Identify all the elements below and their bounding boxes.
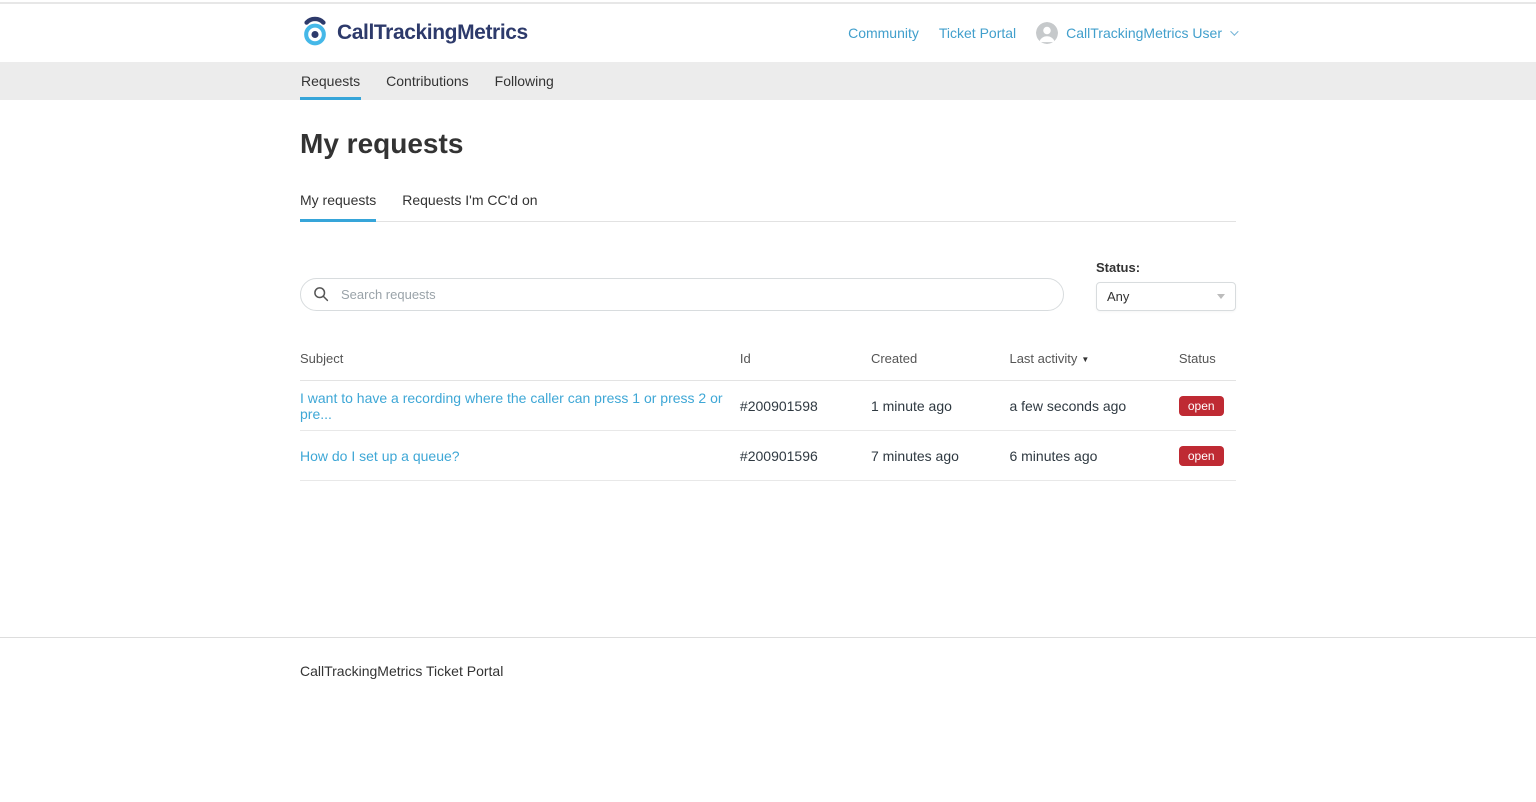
requests-table: Subject Id Created Last activity ▼ Status…: [300, 351, 1236, 481]
request-created: 1 minute ago: [871, 381, 1010, 431]
ticket-portal-link[interactable]: Ticket Portal: [939, 25, 1016, 41]
chevron-down-icon: [1230, 27, 1238, 35]
portal-nav-bar: Requests Contributions Following: [0, 62, 1536, 100]
request-id: #200901596: [740, 431, 871, 481]
user-menu[interactable]: CallTrackingMetrics User: [1036, 22, 1236, 44]
subtab-my-requests[interactable]: My requests: [300, 192, 376, 221]
request-created: 7 minutes ago: [871, 431, 1010, 481]
request-subtabs: My requests Requests I'm CC'd on: [300, 192, 1236, 222]
footer-portal-title: CallTrackingMetrics Ticket Portal: [300, 663, 503, 679]
filter-controls: Status: Any: [300, 260, 1236, 311]
request-last-activity: 6 minutes ago: [1009, 431, 1178, 481]
request-subject-link[interactable]: How do I set up a queue?: [300, 448, 460, 464]
tab-requests-label: Requests: [301, 73, 360, 89]
search-input[interactable]: [300, 278, 1064, 311]
site-footer: CallTrackingMetrics Ticket Portal: [0, 637, 1536, 704]
status-filter-select[interactable]: Any: [1096, 282, 1236, 311]
logo-wordmark: CallTrackingMetrics: [337, 21, 528, 45]
main-content: My requests My requests Requests I'm CC'…: [0, 100, 1536, 637]
search-icon: [313, 286, 329, 307]
user-avatar: [1036, 22, 1058, 44]
status-badge: open: [1179, 446, 1224, 466]
tab-following[interactable]: Following: [494, 62, 555, 100]
sort-descending-icon: ▼: [1081, 355, 1089, 364]
column-header-status[interactable]: Status: [1179, 351, 1236, 381]
subtab-my-requests-label: My requests: [300, 192, 376, 208]
request-subject-link[interactable]: I want to have a recording where the cal…: [300, 390, 723, 422]
tab-contributions[interactable]: Contributions: [385, 62, 470, 100]
community-link[interactable]: Community: [848, 25, 919, 41]
column-header-last-activity[interactable]: Last activity ▼: [1009, 351, 1178, 381]
column-header-created[interactable]: Created: [871, 351, 1010, 381]
subtab-requests-ccd-on-label: Requests I'm CC'd on: [402, 192, 537, 208]
column-header-subject[interactable]: Subject: [300, 351, 740, 381]
subtab-requests-ccd-on[interactable]: Requests I'm CC'd on: [402, 192, 537, 221]
site-header: CallTrackingMetrics Community Ticket Por…: [0, 4, 1536, 62]
status-badge: open: [1179, 396, 1224, 416]
dropdown-caret-icon: [1217, 294, 1225, 299]
phone-dial-logo-icon: [300, 14, 330, 52]
tab-following-label: Following: [495, 73, 554, 89]
status-filter-label: Status:: [1096, 260, 1236, 275]
tab-contributions-label: Contributions: [386, 73, 469, 89]
table-header-row: Subject Id Created Last activity ▼ Status: [300, 351, 1236, 381]
table-row: I want to have a recording where the cal…: [300, 381, 1236, 431]
table-row: How do I set up a queue? #200901596 7 mi…: [300, 431, 1236, 481]
status-filter-value: Any: [1107, 289, 1129, 304]
status-filter: Status: Any: [1096, 260, 1236, 311]
column-header-id[interactable]: Id: [740, 351, 871, 381]
request-id: #200901598: [740, 381, 871, 431]
user-name: CallTrackingMetrics User: [1066, 25, 1222, 41]
column-header-last-activity-label: Last activity: [1009, 351, 1077, 366]
calltrackingmetrics-logo[interactable]: CallTrackingMetrics: [300, 14, 528, 52]
search-box: [300, 278, 1064, 311]
tab-requests[interactable]: Requests: [300, 62, 361, 100]
page-title: My requests: [300, 100, 1236, 160]
request-last-activity: a few seconds ago: [1009, 381, 1178, 431]
